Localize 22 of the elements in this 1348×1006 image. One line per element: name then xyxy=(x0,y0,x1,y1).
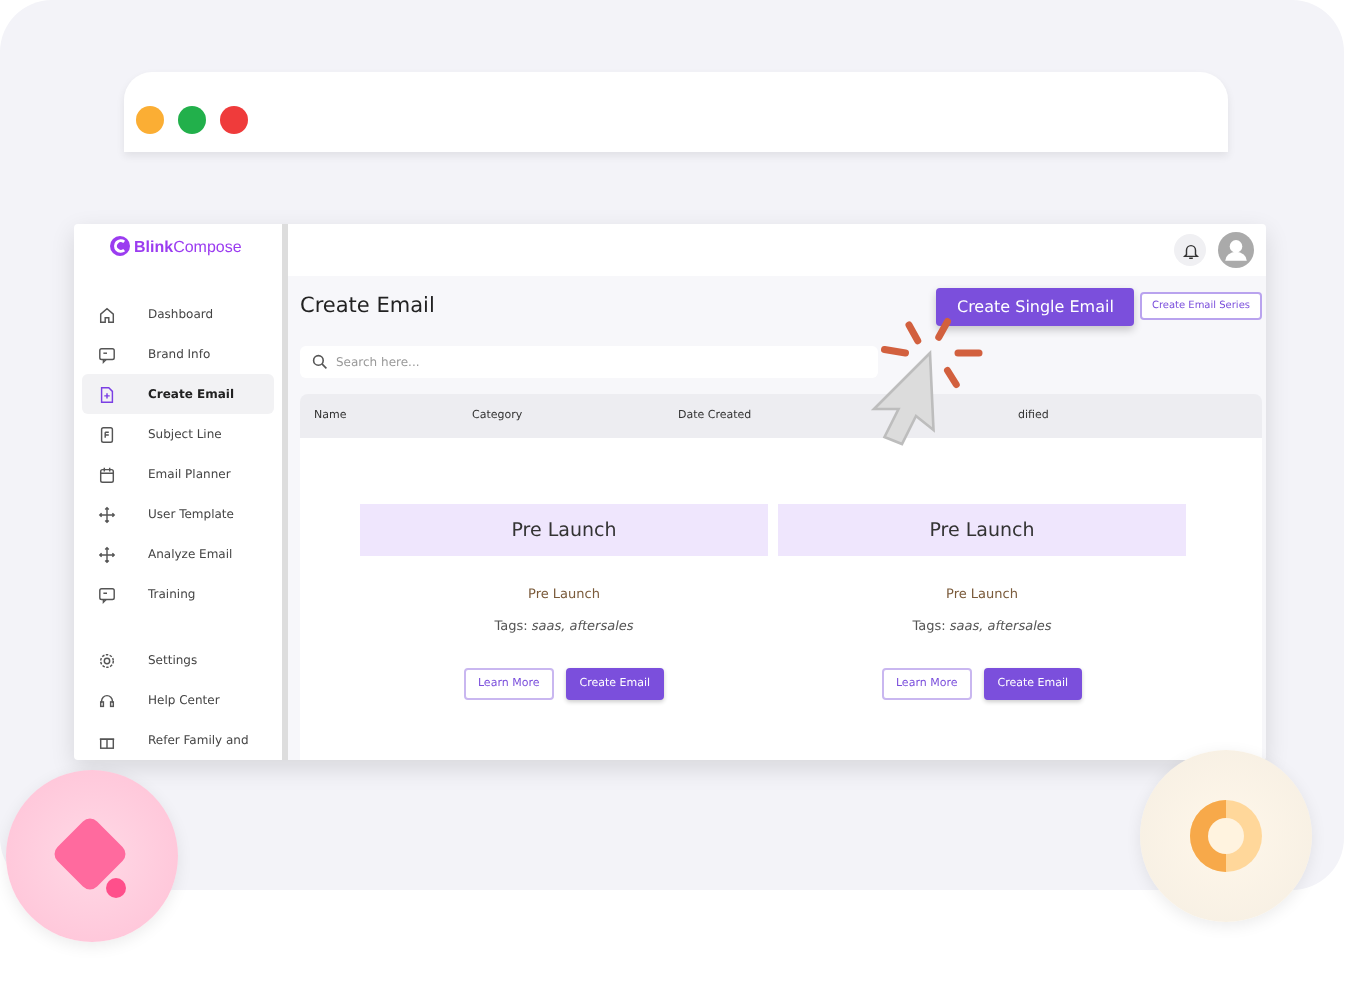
card-title: Pre Launch xyxy=(360,504,768,556)
document-icon xyxy=(98,385,116,403)
settings-icon xyxy=(98,651,116,669)
card-title: Pre Launch xyxy=(778,504,1186,556)
maximize-dot-icon xyxy=(178,106,206,134)
calendar-icon xyxy=(98,465,116,483)
create-single-email-button[interactable]: Create Single Email xyxy=(936,287,1134,325)
bell-icon xyxy=(1181,241,1199,259)
chat-bubble-icon xyxy=(98,585,116,603)
minimize-dot-icon xyxy=(136,106,164,134)
brand-name: BlinkCompose xyxy=(134,237,242,255)
close-dot-icon xyxy=(220,106,248,134)
document-icon xyxy=(98,425,116,443)
home-icon xyxy=(98,305,116,323)
notification-bell-button[interactable] xyxy=(1174,234,1206,266)
headset-icon xyxy=(98,691,116,709)
move-arrows-icon xyxy=(98,545,116,563)
search-icon xyxy=(312,354,328,370)
move-arrows-icon xyxy=(98,505,116,523)
logo-icon xyxy=(110,236,130,256)
page-title: Create Email xyxy=(300,294,437,318)
chat-bubble-icon xyxy=(98,345,116,363)
